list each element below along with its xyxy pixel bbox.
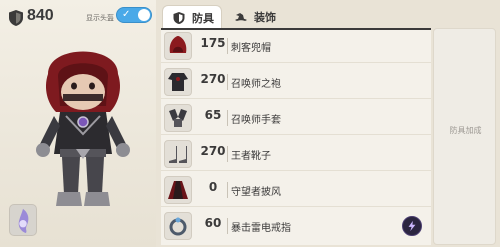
character-panel: 840 显示头盔 ✓	[0, 0, 156, 247]
equipment-name: 刺客兜帽	[231, 43, 271, 54]
pet-slot-button[interactable]	[9, 204, 37, 236]
divider	[227, 218, 228, 234]
equipment-row-ring[interactable]: 60 暴击雷电戒指	[161, 210, 431, 243]
divider	[227, 182, 228, 198]
equipment-power: 270	[200, 72, 226, 86]
gloves-icon	[169, 109, 187, 127]
equipment-slot[interactable]	[164, 140, 192, 168]
divider	[227, 74, 228, 90]
equipment-power: 0	[208, 180, 218, 194]
show-helmet-label: 显示头盔	[86, 14, 114, 22]
equipment-slot[interactable]	[164, 104, 192, 132]
tab-decoration-label: 装饰	[254, 11, 276, 24]
equipment-slot[interactable]	[164, 176, 192, 204]
tab-armor[interactable]: 防具	[162, 5, 222, 29]
hood-icon	[169, 36, 187, 53]
hat-icon	[235, 13, 247, 21]
divider	[227, 146, 228, 162]
equipment-slot[interactable]	[164, 68, 192, 96]
equipment-name: 召唤师手套	[231, 115, 281, 126]
shield-icon	[173, 11, 185, 24]
equipment-row-gloves[interactable]: 65 召唤师手套	[161, 102, 431, 135]
boots-icon	[169, 146, 187, 163]
cloak-icon	[168, 181, 188, 199]
equipment-row-hood[interactable]: 175 刺客兜帽	[161, 30, 431, 63]
equipment-row-robe[interactable]: 270 召唤师之袍	[161, 66, 431, 99]
equipment-name: 守望者披风	[231, 187, 281, 198]
equipment-name: 暴击雷电戒指	[231, 223, 291, 234]
wisp-icon	[18, 208, 29, 233]
robe-icon	[168, 73, 188, 91]
equipment-power: 65	[204, 108, 222, 122]
lightning-icon	[408, 220, 416, 232]
skill-badge[interactable]	[402, 216, 422, 236]
divider	[227, 110, 228, 126]
tab-armor-label: 防具	[192, 11, 214, 25]
equipment-list: 175 刺客兜帽 270 召唤师之袍 65 召唤师手套 270 王者靴子 0 守…	[161, 28, 431, 245]
equipment-name: 召唤师之袍	[231, 79, 281, 90]
armor-power-value: 840	[27, 7, 54, 24]
ring-icon	[169, 217, 187, 236]
tab-decoration[interactable]: 装饰	[228, 5, 298, 29]
armor-bonus-label: 防具加成	[449, 126, 482, 135]
character-avatar[interactable]	[28, 34, 138, 214]
shield-icon	[9, 10, 23, 26]
check-icon: ✓	[122, 9, 131, 20]
equipment-row-boots[interactable]: 270 王者靴子	[161, 138, 431, 171]
equipment-slot[interactable]	[164, 212, 192, 240]
equipment-power: 270	[200, 144, 226, 158]
equipment-power: 60	[204, 216, 222, 230]
armor-bonus-panel: 防具加成	[433, 28, 496, 245]
toggle-knob	[138, 9, 150, 21]
equipment-row-cloak[interactable]: 0 守望者披风	[161, 174, 431, 207]
divider	[227, 38, 228, 54]
show-helmet-toggle[interactable]: ✓	[116, 7, 152, 23]
equipment-name: 王者靴子	[231, 151, 271, 162]
equipment-power: 175	[200, 36, 226, 50]
equipment-slot[interactable]	[164, 32, 192, 60]
